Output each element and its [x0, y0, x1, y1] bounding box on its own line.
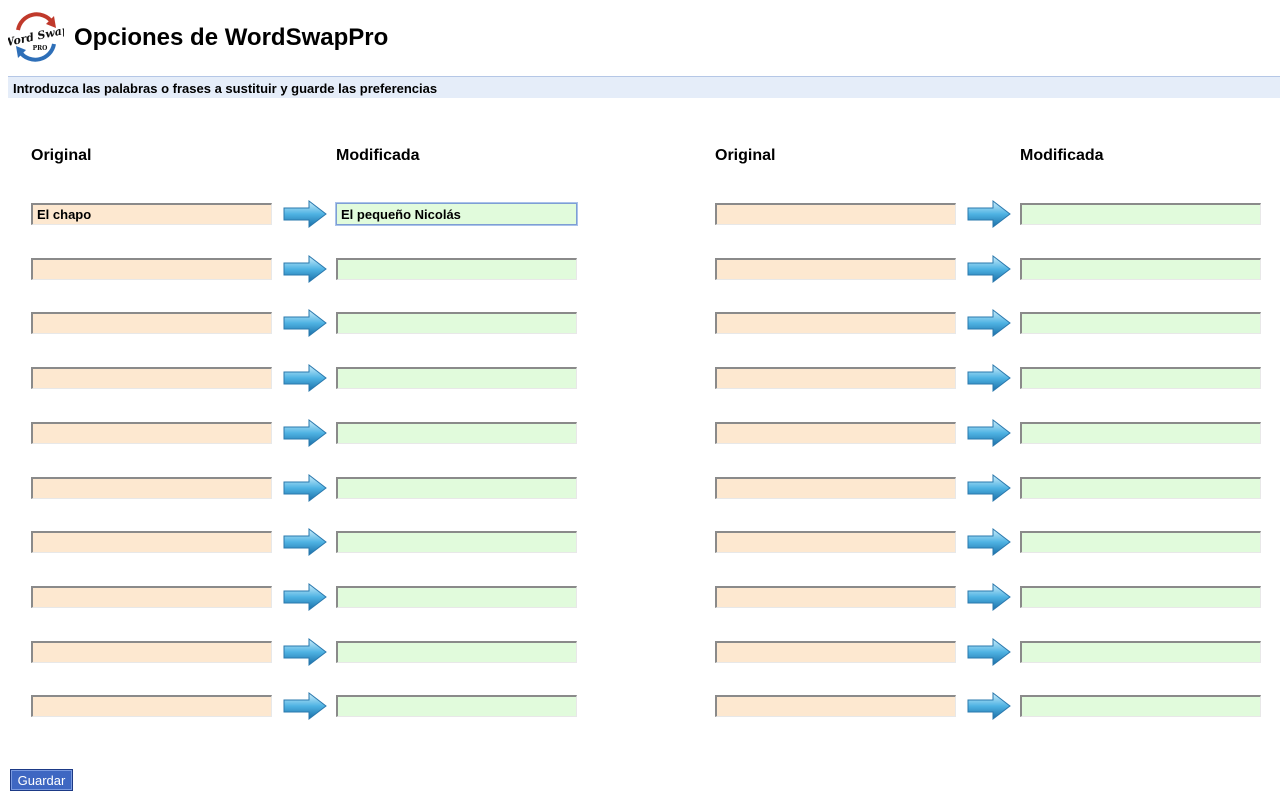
modified-field-right-7[interactable] [1020, 531, 1261, 553]
right-arrow-icon [283, 637, 327, 667]
original-field-right-9[interactable] [715, 641, 956, 663]
modified-field-right-3[interactable] [1020, 312, 1261, 334]
original-field-left-8[interactable] [31, 586, 272, 608]
modified-field-left-2[interactable] [336, 258, 577, 280]
right-arrow-icon [967, 582, 1011, 612]
right-arrow-icon [283, 473, 327, 503]
instruction-bar: Introduzca las palabras o frases a susti… [8, 76, 1280, 98]
right-arrow-icon [967, 527, 1011, 557]
page-title: Opciones de WordSwapPro [74, 24, 389, 51]
original-field-left-1[interactable] [31, 203, 272, 225]
original-field-right-3[interactable] [715, 312, 956, 334]
modified-field-right-8[interactable] [1020, 586, 1261, 608]
right-arrow-icon [967, 308, 1011, 338]
modified-field-right-10[interactable] [1020, 695, 1261, 717]
right-arrow-icon [283, 363, 327, 393]
original-field-left-3[interactable] [31, 312, 272, 334]
right-arrow-icon [967, 363, 1011, 393]
modified-field-right-5[interactable] [1020, 422, 1261, 444]
original-field-right-6[interactable] [715, 477, 956, 499]
wordswap-logo-icon: Word Swap PRO [8, 12, 64, 62]
modified-field-left-10[interactable] [336, 695, 577, 717]
right-arrow-icon [283, 691, 327, 721]
modified-field-left-1[interactable] [336, 203, 577, 225]
logo-badge: PRO [33, 45, 48, 52]
original-field-left-6[interactable] [31, 477, 272, 499]
original-field-right-8[interactable] [715, 586, 956, 608]
right-arrow-icon [283, 308, 327, 338]
right-arrow-icon [283, 254, 327, 284]
original-field-right-1[interactable] [715, 203, 956, 225]
original-field-right-7[interactable] [715, 531, 956, 553]
modified-field-left-9[interactable] [336, 641, 577, 663]
modified-field-left-8[interactable] [336, 586, 577, 608]
original-field-left-2[interactable] [31, 258, 272, 280]
column-header-modified-left: Modificada [336, 147, 420, 164]
original-field-right-5[interactable] [715, 422, 956, 444]
column-header-original-right: Original [715, 147, 776, 164]
original-field-left-5[interactable] [31, 422, 272, 444]
right-arrow-icon [967, 637, 1011, 667]
original-field-left-9[interactable] [31, 641, 272, 663]
save-button[interactable]: Guardar [10, 769, 73, 791]
modified-field-right-1[interactable] [1020, 203, 1261, 225]
modified-field-right-2[interactable] [1020, 258, 1261, 280]
original-field-right-4[interactable] [715, 367, 956, 389]
modified-field-left-3[interactable] [336, 312, 577, 334]
right-arrow-icon [967, 199, 1011, 229]
column-header-modified-right: Modificada [1020, 147, 1104, 164]
original-field-right-10[interactable] [715, 695, 956, 717]
right-arrow-icon [967, 473, 1011, 503]
modified-field-right-9[interactable] [1020, 641, 1261, 663]
original-field-right-2[interactable] [715, 258, 956, 280]
original-field-left-7[interactable] [31, 531, 272, 553]
right-arrow-icon [283, 582, 327, 612]
right-arrow-icon [967, 418, 1011, 448]
original-field-left-10[interactable] [31, 695, 272, 717]
page-header: Word Swap PRO Opciones de WordSwapPro [8, 8, 608, 64]
modified-field-left-6[interactable] [336, 477, 577, 499]
modified-field-right-4[interactable] [1020, 367, 1261, 389]
instruction-text: Introduzca las palabras o frases a susti… [13, 81, 438, 96]
modified-field-left-5[interactable] [336, 422, 577, 444]
right-arrow-icon [283, 418, 327, 448]
original-field-left-4[interactable] [31, 367, 272, 389]
column-header-original-left: Original [31, 147, 92, 164]
right-arrow-icon [967, 691, 1011, 721]
right-arrow-icon [283, 199, 327, 229]
right-arrow-icon [283, 527, 327, 557]
right-arrow-icon [967, 254, 1011, 284]
modified-field-left-4[interactable] [336, 367, 577, 389]
modified-field-right-6[interactable] [1020, 477, 1261, 499]
modified-field-left-7[interactable] [336, 531, 577, 553]
